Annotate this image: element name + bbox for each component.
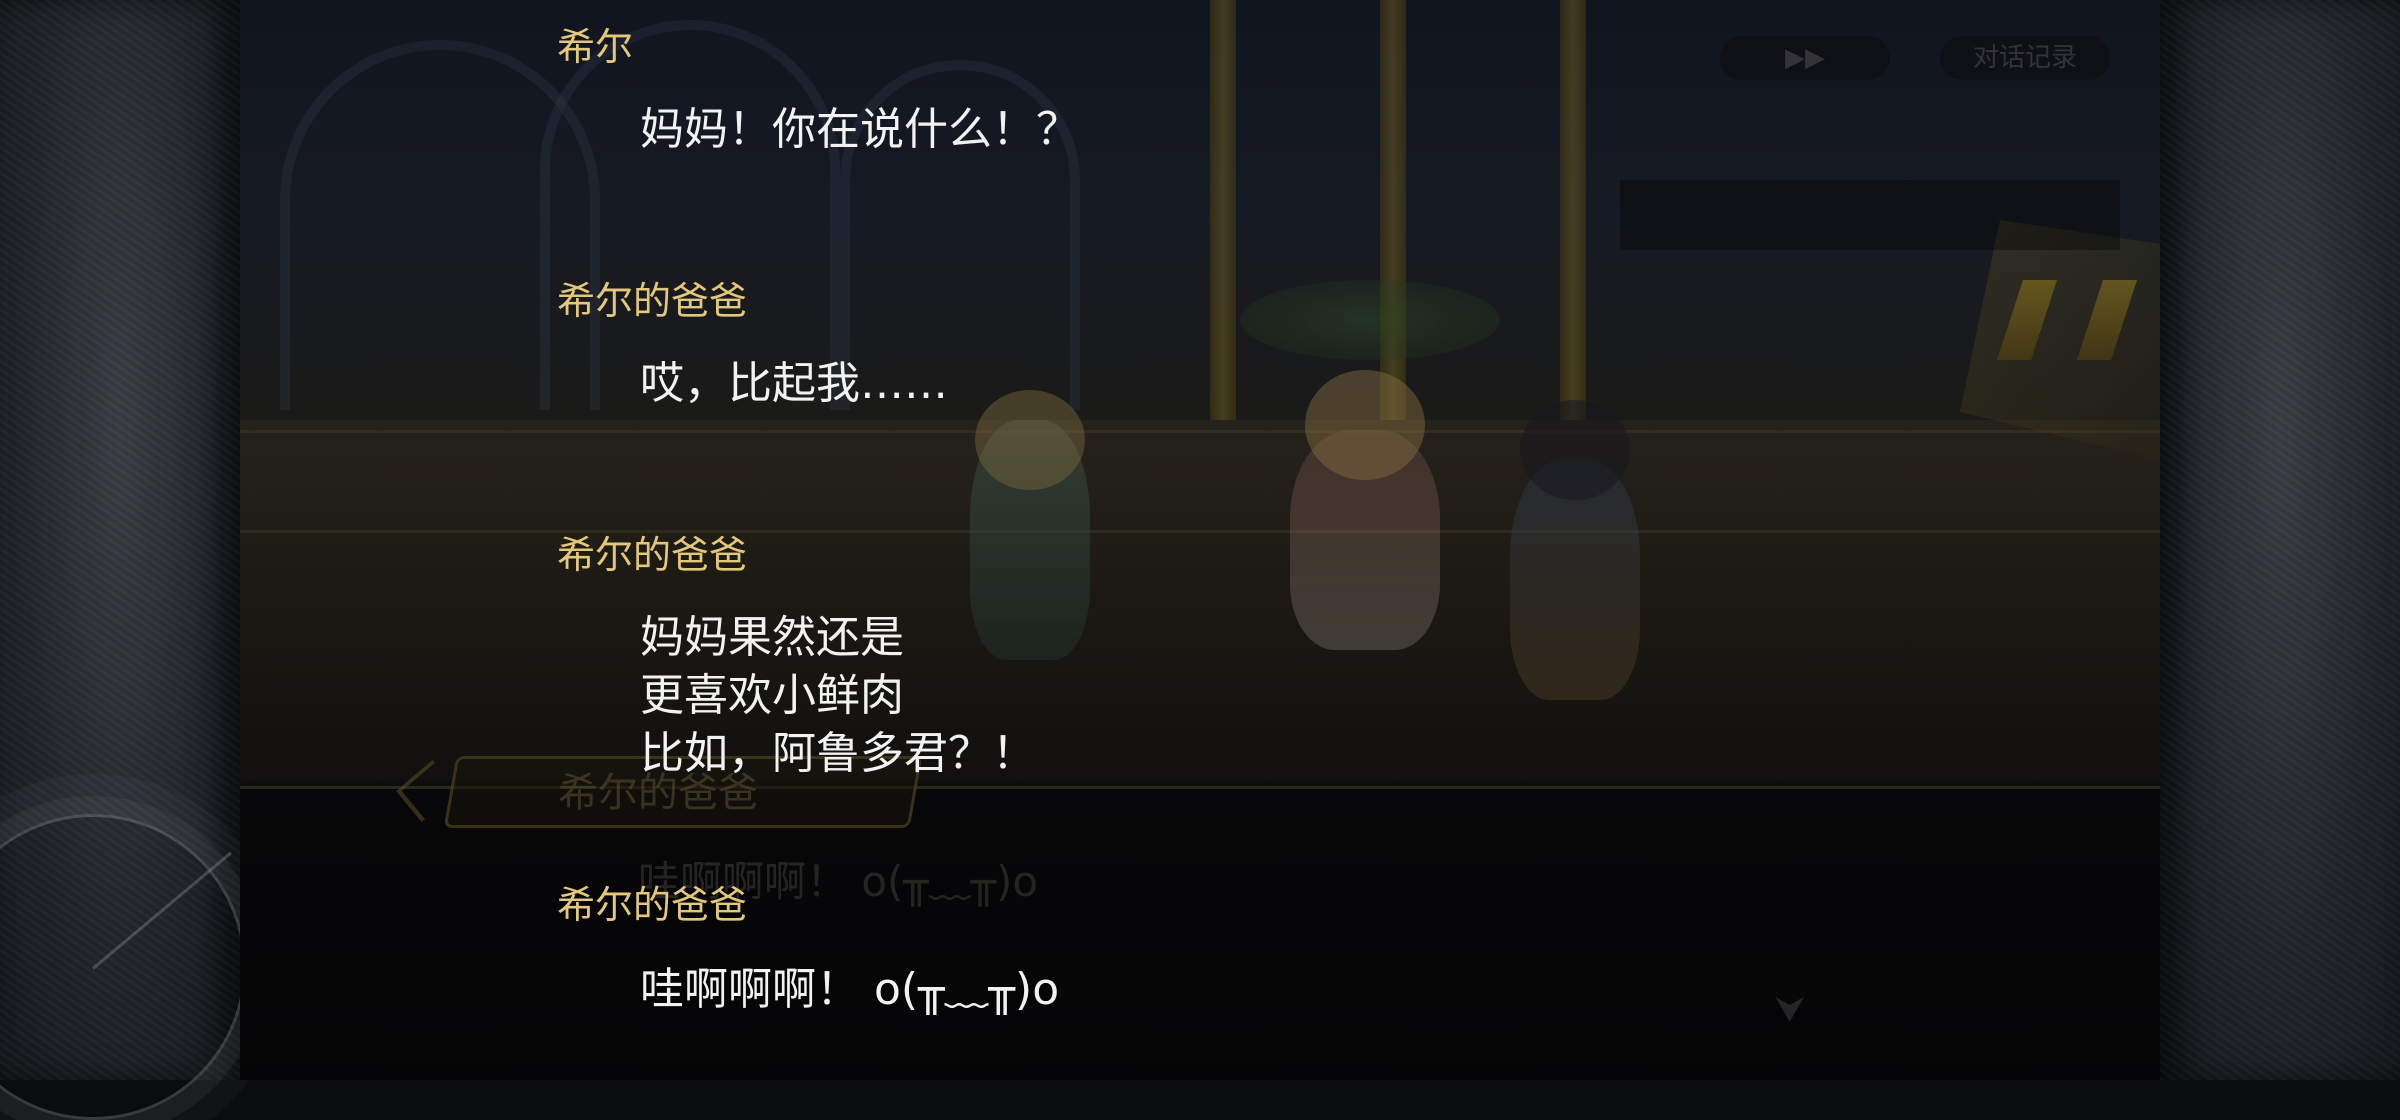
log-speaker-name: 希尔的爸爸 [557, 883, 748, 927]
log-line: 哇啊啊啊！ o(╥﹏╥)o [640, 964, 1060, 1015]
log-speaker-name: 希尔 [557, 25, 634, 69]
log-line: 妈妈！你在说什么！？ [640, 104, 1080, 155]
log-line: 哎，比起我…… [640, 358, 948, 409]
log-line: 更喜欢小鲜肉 [640, 670, 904, 721]
log-line: 妈妈果然还是 [640, 612, 904, 663]
log-speaker-name: 希尔的爸爸 [557, 279, 748, 323]
log-line: 比如，阿鲁多君？！ [640, 728, 1036, 779]
dialog-log: 希尔 妈妈！你在说什么！？ 希尔的爸爸 哎，比起我…… 希尔的爸爸 妈妈果然还是… [0, 0, 2400, 1080]
log-speaker-name: 希尔的爸爸 [557, 533, 748, 577]
